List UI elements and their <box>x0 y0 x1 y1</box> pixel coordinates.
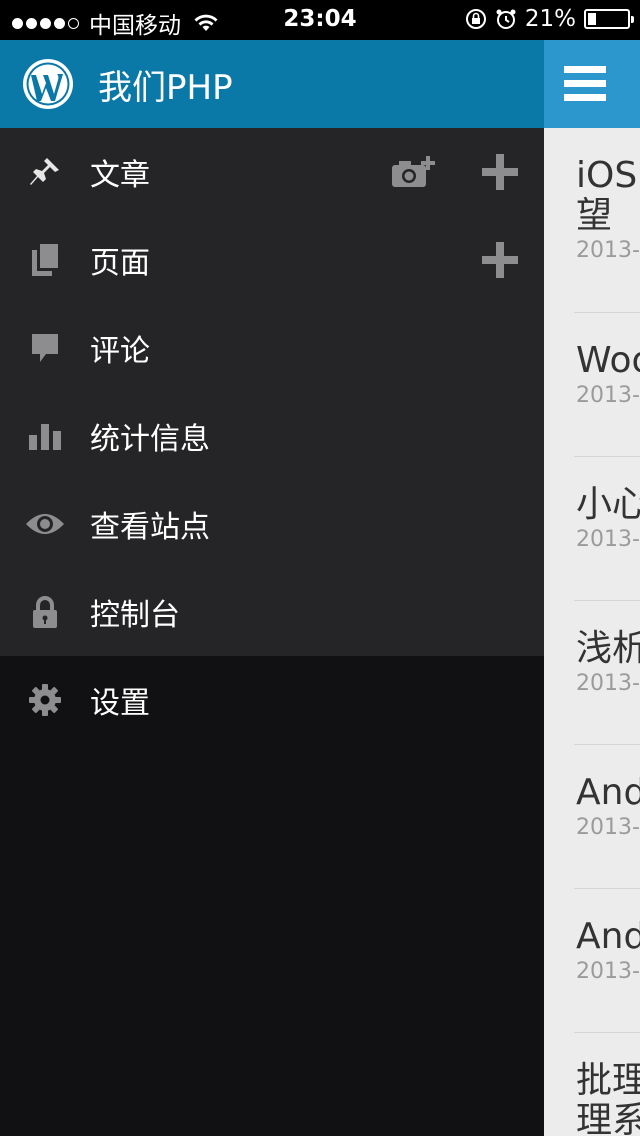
comment-icon <box>32 334 58 362</box>
menu-item-comments[interactable]: 评论 <box>0 304 544 392</box>
posts-panel: iOS 望2013-Woo2013-小心2013-浅析2013-And2013-… <box>544 40 640 1136</box>
add-photo-icon[interactable] <box>390 156 438 188</box>
pin-icon <box>30 158 59 185</box>
menu-label-view-site: 查看站点 <box>90 510 210 545</box>
site-title: 我们PHP <box>98 67 233 108</box>
navigation-drawer: 我们PHP 文章 页面 评论 统计信息 查看站点 控制台 设置 <box>0 40 544 1136</box>
post-date: 2013- <box>576 671 640 696</box>
status-bar: 中国移动 23:04 21% <box>0 0 640 40</box>
menu-label-settings: 设置 <box>90 686 150 721</box>
hamburger-menu-icon[interactable] <box>564 66 606 102</box>
menu-item-dashboard[interactable]: 控制台 <box>0 568 544 656</box>
post-list-item[interactable]: 小心2013- <box>574 457 640 601</box>
content-header <box>544 40 640 128</box>
post-title: 浅析 <box>576 628 640 669</box>
battery-icon <box>584 9 634 29</box>
eye-icon <box>26 514 64 534</box>
lock-icon <box>33 596 57 628</box>
add-post-icon[interactable] <box>480 152 520 192</box>
post-list-item[interactable]: 浅析2013- <box>574 601 640 745</box>
menu-label-pages: 页面 <box>90 246 150 281</box>
menu-item-stats[interactable]: 统计信息 <box>0 392 544 480</box>
post-title: Woo <box>576 340 640 381</box>
post-title: And <box>576 772 640 813</box>
post-title: iOS 望 <box>576 155 638 236</box>
gear-icon <box>29 684 61 716</box>
post-date: 2013- <box>576 959 640 984</box>
menu-label-posts: 文章 <box>90 158 150 193</box>
wordpress-logo-icon <box>23 59 73 109</box>
menu-label-comments: 评论 <box>90 334 150 369</box>
post-list-item[interactable]: And 2013- <box>574 889 640 1033</box>
post-title: 小心 <box>576 484 640 525</box>
post-list: iOS 望2013-Woo2013-小心2013-浅析2013-And2013-… <box>544 128 640 1136</box>
rotation-lock-icon <box>465 9 486 29</box>
pages-icon <box>32 244 58 276</box>
menu-label-dashboard: 控制台 <box>90 598 180 633</box>
post-date: 2013- <box>576 383 640 408</box>
post-title: And <box>576 916 640 957</box>
menu-label-stats: 统计信息 <box>90 422 210 457</box>
menu-item-posts[interactable]: 文章 <box>0 128 544 216</box>
post-date: 2013- <box>576 527 640 552</box>
post-date: 2013- <box>576 815 640 840</box>
post-list-item[interactable]: Woo2013- <box>574 313 640 457</box>
alarm-icon <box>496 9 516 29</box>
site-header[interactable]: 我们PHP <box>0 40 544 128</box>
post-list-item[interactable]: iOS 望 2013- <box>574 128 640 313</box>
post-list-item[interactable]: And 2013- <box>574 745 640 889</box>
post-date: 2013- <box>576 238 640 263</box>
add-page-icon[interactable] <box>480 240 520 280</box>
battery-percent: 21% <box>524 6 576 32</box>
drawer-menu: 文章 页面 评论 统计信息 查看站点 控制台 设置 <box>0 128 544 744</box>
stats-icon <box>29 424 61 450</box>
menu-item-pages[interactable]: 页面 <box>0 216 544 304</box>
post-title: 批理 理系 <box>576 1060 640 1136</box>
menu-item-view-site[interactable]: 查看站点 <box>0 480 544 568</box>
post-list-item[interactable]: 批理 理系 <box>574 1033 640 1136</box>
menu-item-settings[interactable]: 设置 <box>0 656 544 744</box>
